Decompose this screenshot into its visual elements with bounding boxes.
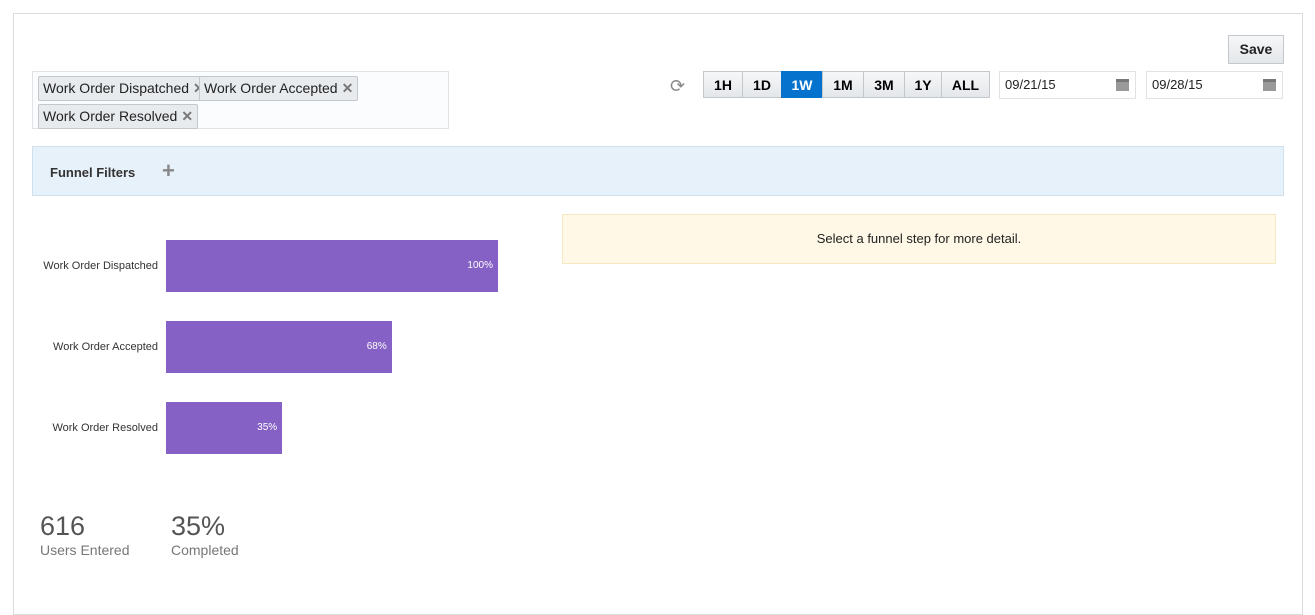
remove-tag-icon[interactable]: ✕ (342, 80, 354, 96)
funnel-bar-percent: 68% (366, 341, 387, 352)
start-date-input[interactable]: 09/21/15 (999, 71, 1136, 99)
range-button-1d[interactable]: 1D (742, 71, 782, 98)
users-entered-label: Users Entered (40, 542, 130, 558)
funnel-bar-percent: 35% (257, 422, 278, 433)
range-button-1h[interactable]: 1H (703, 71, 743, 98)
end-date-value: 09/28/15 (1152, 77, 1203, 92)
funnel-bar-percent: 100% (467, 260, 493, 271)
remove-tag-icon[interactable]: ✕ (181, 108, 193, 124)
tag-label: Work Order Dispatched (43, 80, 190, 96)
completed-value: 35% (171, 511, 226, 541)
range-button-1y[interactable]: 1Y (904, 71, 942, 98)
users-entered-stat: 616 Users Entered (40, 511, 129, 558)
range-button-1m[interactable]: 1M (822, 71, 864, 98)
tag-label: Work Order Resolved (43, 108, 178, 124)
funnel-filters-bar: Funnel Filters + (32, 146, 1284, 196)
users-entered-value: 616 (40, 511, 86, 541)
detail-note: Select a funnel step for more detail. (562, 214, 1276, 264)
completed-stat: 35% Completed (171, 511, 239, 558)
refresh-icon[interactable]: ⟳ (670, 76, 685, 97)
funnel-filters-label: Funnel Filters (50, 165, 136, 180)
tag-item: Work Order Dispatched✕ (38, 76, 210, 101)
completed-label: Completed (171, 542, 239, 558)
start-date-value: 09/21/15 (1005, 77, 1056, 92)
calendar-icon[interactable] (1116, 79, 1129, 91)
funnel-bar[interactable]: 68% (166, 321, 392, 373)
save-button[interactable]: Save (1228, 35, 1284, 64)
tag-item: Work Order Resolved ✕ (38, 104, 199, 129)
add-filter-icon[interactable]: + (162, 158, 175, 184)
range-button-3m[interactable]: 3M (863, 71, 905, 98)
end-date-input[interactable]: 09/28/15 (1146, 71, 1283, 99)
funnel-step-label: Work Order Accepted (53, 341, 158, 353)
step-tag-input[interactable]: Work Order Dispatched✕ Work Order Accept… (32, 71, 449, 129)
calendar-icon[interactable] (1263, 79, 1276, 91)
funnel-bar[interactable]: 100% (166, 240, 498, 292)
range-button-1w[interactable]: 1W (781, 71, 823, 98)
tag-label: Work Order Accepted (204, 80, 338, 96)
range-button-all[interactable]: ALL (941, 71, 990, 98)
funnel-step-label: Work Order Dispatched (43, 260, 158, 272)
tag-item: Work Order Accepted ✕ (199, 76, 359, 101)
funnel-step-label: Work Order Resolved (52, 422, 158, 434)
funnel-bar[interactable]: 35% (166, 402, 283, 454)
